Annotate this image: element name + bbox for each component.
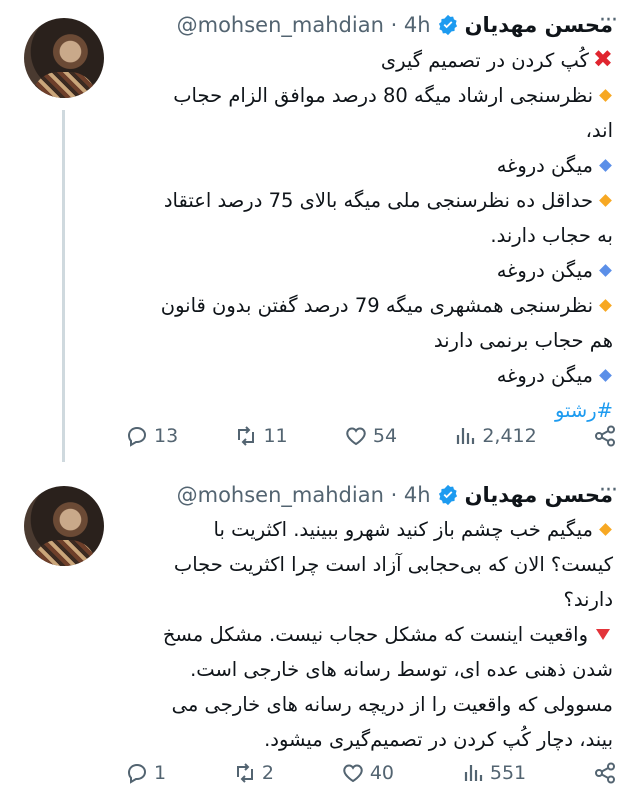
- cross-mark-icon: ✖: [592, 45, 613, 73]
- author-handle[interactable]: @mohsen_mahdian · 4h: [177, 13, 431, 37]
- retweet-count: 2: [261, 762, 275, 784]
- heart-icon: [346, 427, 366, 446]
- action-bar: 13 11 54 2,412: [125, 420, 617, 452]
- view-count: 551: [489, 762, 527, 784]
- text-line: میگن دروغه: [121, 358, 613, 393]
- verified-badge-icon: [438, 14, 457, 36]
- share-icon: [594, 762, 615, 784]
- view-count: 2,412: [482, 425, 537, 447]
- author-name[interactable]: محسن مهدیان: [465, 483, 613, 507]
- thread-connector: [62, 110, 65, 462]
- orange-diamond-icon: [599, 299, 612, 312]
- heart-icon: [343, 764, 363, 783]
- text-line: نظرسنجی ارشاد میگه 80 درصد موافق الزام ح…: [121, 78, 613, 113]
- retweet-button[interactable]: 11: [234, 424, 288, 448]
- share-button[interactable]: [593, 761, 617, 785]
- like-count: 54: [372, 425, 398, 447]
- tweet-text: ✖کُپ کردن در تصمیم گیری نظرسنجی ارشاد می…: [121, 42, 613, 428]
- text-line: میگن دروغه: [121, 253, 613, 288]
- share-button[interactable]: [593, 424, 617, 448]
- more-options-icon[interactable]: ···: [599, 478, 618, 503]
- reply-button[interactable]: 13: [125, 424, 178, 448]
- retweet-count: 11: [263, 425, 288, 447]
- blue-diamond-icon: [599, 264, 612, 277]
- action-bar: 1 2 40 551: [125, 757, 617, 789]
- retweet-button[interactable]: 2: [233, 761, 274, 785]
- share-icon: [594, 425, 615, 447]
- orange-diamond-icon: [599, 89, 612, 102]
- bar-chart-icon: [457, 428, 475, 444]
- text-line: حداقل ده نظرسنجی ملی میگه بالای 75 درصد …: [121, 183, 613, 218]
- text-line: دارند؟: [563, 588, 613, 611]
- blue-diamond-icon: [599, 369, 612, 382]
- text-line: ✖کُپ کردن در تصمیم گیری: [380, 45, 613, 73]
- bar-chart-icon: [464, 765, 482, 781]
- tweet-header: محسن مهدیان @mohsen_mahdian · 4h: [177, 10, 613, 40]
- text-line: هم حجاب برنمی دارند: [433, 329, 613, 352]
- more-options-icon[interactable]: ···: [599, 8, 618, 33]
- author-handle[interactable]: @mohsen_mahdian · 4h: [177, 483, 431, 507]
- text-line: میگن دروغه: [121, 148, 613, 183]
- avatar[interactable]: [24, 486, 104, 566]
- reply-count: 13: [154, 425, 179, 447]
- retweet-icon: [236, 763, 253, 783]
- tweet-2[interactable]: محسن مهدیان @mohsen_mahdian · 4h ··· میگ…: [0, 470, 639, 800]
- tweet-text: میگیم خب چشم باز کنید شهرو ببینید. اکثری…: [121, 512, 613, 757]
- hashtag-link[interactable]: #رشتو: [555, 399, 613, 422]
- text-line: واقعیت اینست که مشکل حجاب نیست. مشکل مسخ: [121, 617, 613, 652]
- views-button[interactable]: 551: [461, 761, 526, 785]
- blue-diamond-icon: [599, 159, 612, 172]
- reply-icon: [127, 426, 147, 447]
- text-line: میگیم خب چشم باز کنید شهرو ببینید. اکثری…: [121, 512, 613, 547]
- red-triangle-icon: [596, 629, 610, 640]
- text-line: به حجاب دارند.: [490, 224, 613, 247]
- like-button[interactable]: 54: [344, 424, 397, 448]
- text-line: بیند، دچار کُپ کردن در تصمیم‌گیری میشود.: [264, 728, 613, 751]
- orange-diamond-icon: [599, 194, 612, 207]
- text-line: اند،: [585, 119, 613, 142]
- views-button[interactable]: 2,412: [453, 424, 537, 448]
- reply-button[interactable]: 1: [125, 761, 166, 785]
- text-line: شدن ذهنی عده ای، توسط رسانه های خارجی اس…: [190, 658, 613, 681]
- like-button[interactable]: 40: [341, 761, 394, 785]
- text-line: کیست؟ الان که بی‌حجابی آزاد است چرا اکثر…: [173, 553, 613, 576]
- tweet-header: محسن مهدیان @mohsen_mahdian · 4h: [177, 480, 613, 510]
- orange-diamond-icon: [599, 523, 612, 536]
- author-name[interactable]: محسن مهدیان: [465, 13, 613, 37]
- reply-icon: [127, 763, 147, 784]
- text-line: مسوولی که واقعیت را از دریچه رسانه های خ…: [171, 693, 613, 716]
- avatar[interactable]: [24, 18, 104, 98]
- tweet-1[interactable]: محسن مهدیان @mohsen_mahdian · 4h ··· ✖کُ…: [0, 0, 639, 470]
- retweet-icon: [238, 426, 255, 446]
- reply-count: 1: [154, 762, 167, 784]
- text-line: نظرسنجی همشهری میگه 79 درصد گفتن بدون قا…: [121, 288, 613, 323]
- verified-badge-icon: [438, 484, 457, 506]
- like-count: 40: [369, 762, 395, 784]
